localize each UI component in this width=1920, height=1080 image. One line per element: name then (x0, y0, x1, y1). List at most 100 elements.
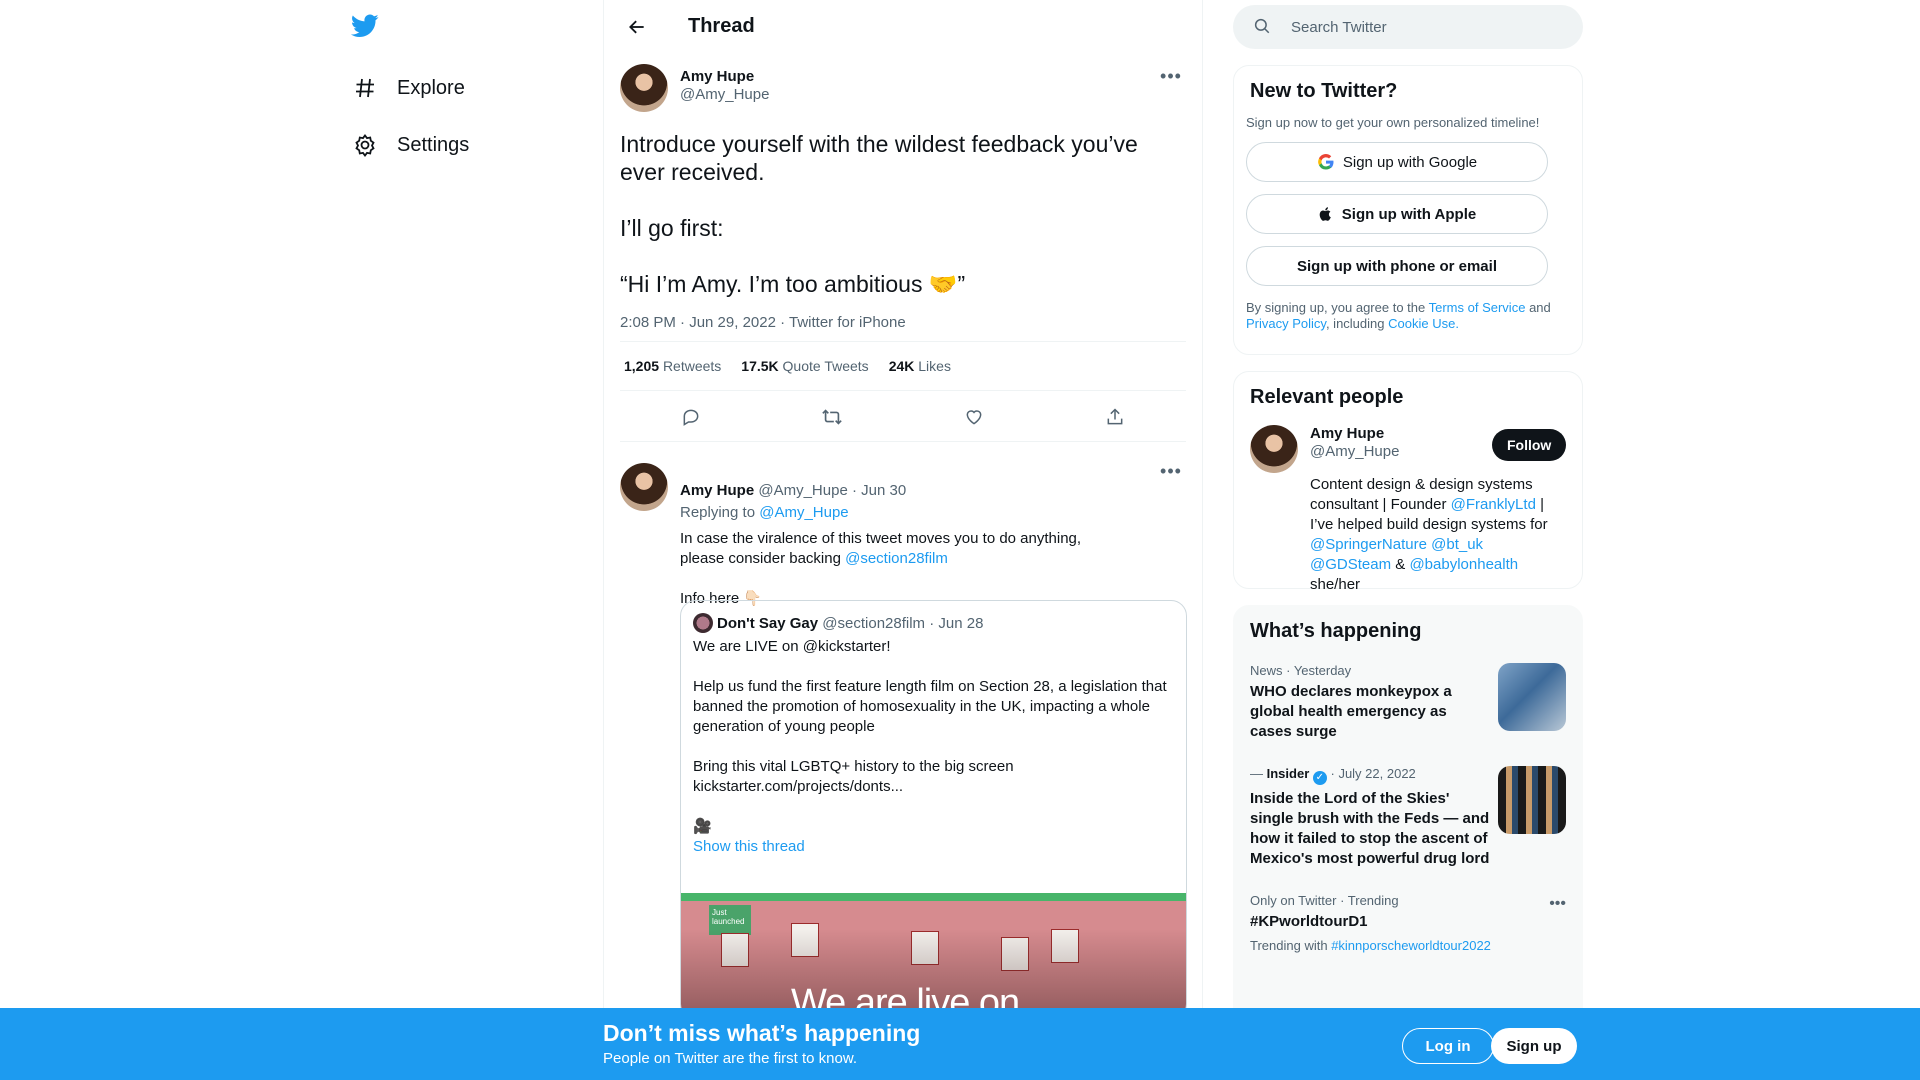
trend-meta: Only on Twitter · Trending (1250, 893, 1399, 908)
search-icon (1253, 17, 1273, 37)
quoted-tweet[interactable]: Don't Say Gay @section28film · Jun 28 We… (680, 600, 1187, 1020)
bio-mention[interactable]: @bt_uk (1431, 536, 1483, 553)
quote-date: · Jun 28 (929, 614, 984, 632)
mention-link[interactable]: @section28film (845, 550, 948, 567)
privacy-link[interactable]: Privacy Policy (1246, 316, 1326, 331)
signup-apple-label: Sign up with Apple (1341, 205, 1477, 223)
quote-tweets-label: Quote Tweets (782, 358, 869, 374)
terms-link[interactable]: Terms of Service (1429, 300, 1526, 315)
trending-hashtag-link[interactable]: #kinnporscheworldtour2022 (1331, 938, 1491, 953)
trend-title: Inside the Lord of the Skies' single bru… (1250, 790, 1490, 867)
quote-text-line: We are LIVE on @kickstarter! (693, 638, 891, 655)
likes-stat[interactable]: 24K Likes (889, 358, 951, 374)
quote-text-line: Bring this vital LGBTQ+ history to the b… (693, 758, 1014, 775)
legal-text-1: By signing up, you agree to the (1246, 300, 1426, 315)
retweets-count: 1,205 (624, 358, 660, 374)
person-row[interactable]: Amy Hupe @Amy_Hupe Follow (1234, 409, 1582, 473)
card-title: New to Twitter? (1250, 80, 1398, 102)
share-icon[interactable] (1098, 400, 1132, 434)
back-arrow-icon[interactable] (620, 10, 654, 44)
verified-badge-icon: ✓ (1312, 771, 1327, 785)
banner-title: Don’t miss what’s happening (603, 1020, 921, 1046)
tweet-actions (620, 392, 1186, 442)
tweet-stats: 1,205 Retweets 17.5K Quote Tweets 24K Li… (620, 341, 1186, 391)
reply-tweet[interactable]: ••• Amy Hupe @Amy_Hupe · Jun 30 Replying… (620, 461, 1187, 1020)
show-thread-link[interactable]: Show this thread (693, 837, 1174, 857)
trend-date: · July 22, 2022 (1330, 766, 1416, 781)
reply-author-name[interactable]: Amy Hupe (680, 482, 754, 499)
avatar (693, 613, 713, 633)
card-title: Relevant people (1250, 386, 1404, 408)
tweet-text-line: “Hi I’m Amy. I’m too ambitious 🤝” (620, 271, 966, 297)
signup-google-button[interactable]: Sign up with Google (1246, 142, 1548, 182)
gear-icon (351, 131, 379, 159)
reply-icon[interactable] (674, 400, 708, 434)
twitter-logo-icon[interactable] (350, 14, 381, 40)
avatar[interactable] (620, 64, 668, 112)
replying-to-label: Replying to (680, 504, 756, 521)
trend-item[interactable]: — Insider ✓ · July 22, 2022 Inside the L… (1234, 754, 1582, 881)
quote-media-image[interactable]: Just launched We are live on (681, 893, 1186, 1019)
page-title: Thread (688, 15, 755, 37)
login-button[interactable]: Log in (1402, 1028, 1494, 1064)
author-handle[interactable]: @Amy_Hupe (680, 86, 769, 103)
tweet-text: Introduce yourself with the wildest feed… (620, 130, 1186, 298)
main-tweet: Amy Hupe @Amy_Hupe ••• Introduce yoursel… (620, 64, 1186, 442)
retweets-label: Retweets (662, 358, 722, 374)
person-name[interactable]: Amy Hupe (1310, 425, 1492, 442)
tweet-timestamp[interactable]: 2:08 PM · Jun 29, 2022 · Twitter for iPh… (620, 314, 1186, 331)
signup-phone-label: Sign up with phone or email (1296, 257, 1497, 275)
bio-mention[interactable]: @FranklyLtd (1451, 496, 1536, 513)
quote-emoji: 🎥 (693, 818, 712, 835)
person-handle[interactable]: @Amy_Hupe (1310, 443, 1492, 460)
bio-text: she/her (1310, 576, 1361, 593)
like-heart-icon[interactable] (957, 400, 991, 434)
signup-phone-email-button[interactable]: Sign up with phone or email (1246, 246, 1548, 286)
follow-button[interactable]: Follow (1492, 429, 1566, 461)
bio-mention[interactable]: @babylonhealth (1409, 556, 1518, 573)
signup-button[interactable]: Sign up (1491, 1028, 1577, 1064)
quote-author-handle: @section28film (822, 614, 926, 632)
replying-to-link[interactable]: @Amy_Hupe (759, 504, 848, 521)
author-name[interactable]: Amy Hupe (680, 68, 769, 85)
banner-subtitle: People on Twitter are the first to know. (603, 1050, 858, 1067)
card-title: What’s happening (1250, 620, 1422, 642)
avatar[interactable] (1250, 425, 1298, 473)
bio-text: & (1395, 556, 1406, 573)
retweets-stat[interactable]: 1,205 Retweets (624, 358, 721, 374)
card-subtitle: Sign up now to get your own personalized… (1246, 115, 1540, 130)
person-bio: Content design & design systems consulta… (1310, 475, 1582, 595)
signup-apple-button[interactable]: Sign up with Apple (1246, 194, 1548, 234)
google-icon (1317, 153, 1335, 171)
apple-icon (1318, 205, 1334, 223)
quote-tweets-stat[interactable]: 17.5K Quote Tweets (741, 358, 868, 374)
more-options-icon[interactable]: ••• (1549, 895, 1566, 913)
nav-settings-label: Settings (397, 133, 470, 156)
retweet-icon[interactable] (815, 400, 849, 434)
more-options-icon[interactable]: ••• (1156, 461, 1186, 481)
whats-happening-card: What’s happening News · Yesterday WHO de… (1233, 605, 1583, 1025)
likes-count: 24K (888, 358, 915, 374)
trending-with-label: Trending with (1250, 938, 1328, 953)
legal-text-including: , including (1325, 316, 1385, 331)
more-options-icon[interactable]: ••• (1156, 66, 1186, 86)
search-input[interactable]: Search Twitter (1233, 5, 1583, 49)
trend-item[interactable]: News · Yesterday WHO declares monkeypox … (1234, 651, 1582, 754)
nav-explore-label: Explore (397, 76, 465, 99)
nav-explore[interactable]: Explore (351, 68, 465, 108)
signup-banner: Don’t miss what’s happening People on Tw… (0, 1008, 1920, 1080)
quote-author-name: Don't Say Gay (717, 614, 819, 632)
new-to-twitter-card: New to Twitter? Sign up now to get your … (1233, 65, 1583, 355)
trend-source: Insider (1266, 766, 1310, 781)
cookie-link[interactable]: Cookie Use. (1388, 316, 1459, 331)
thread-column: Thread Amy Hupe @Amy_Hupe ••• Introduce … (603, 0, 1203, 1080)
avatar[interactable] (620, 463, 668, 511)
bio-mention[interactable]: @SpringerNature (1310, 536, 1427, 553)
reply-date[interactable]: · Jun 30 (852, 482, 906, 499)
reply-author-handle[interactable]: @Amy_Hupe (758, 482, 847, 499)
nav-settings[interactable]: Settings (351, 125, 469, 165)
legal-text: By signing up, you agree to the Terms of… (1234, 286, 1582, 332)
bio-mention[interactable]: @GDSteam (1310, 556, 1391, 573)
trend-title: #KPworldtourD1 (1250, 913, 1368, 930)
trend-item[interactable]: Only on Twitter · Trending #KPworldtourD… (1234, 881, 1582, 965)
